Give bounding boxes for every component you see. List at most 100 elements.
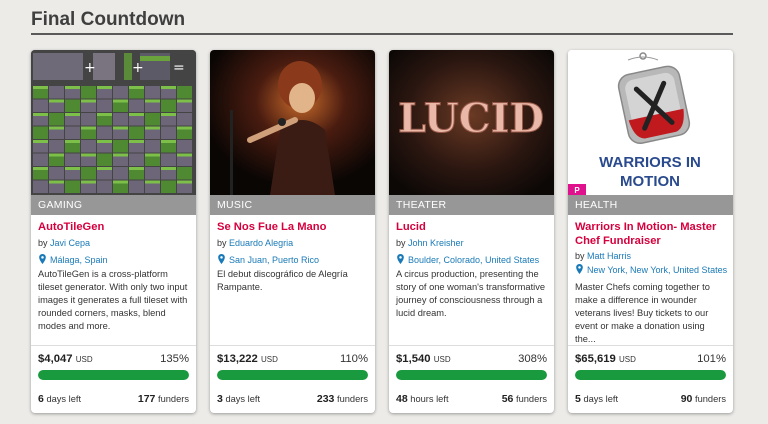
funders-label: funders <box>515 394 547 404</box>
svg-text:+: + <box>132 60 144 76</box>
card-divider <box>31 345 196 346</box>
currency-label: USD <box>75 355 93 364</box>
by-label: by <box>575 251 585 261</box>
time-left: 48 hours left <box>396 393 449 405</box>
lucid-logo-text: LUCID <box>398 95 544 142</box>
amount-value: $13,222 <box>217 353 258 365</box>
funding-progress-fill <box>575 370 726 380</box>
category-label[interactable]: MUSIC <box>210 195 375 215</box>
time-left-label: days left <box>225 394 261 404</box>
location-text: Boulder, Colorado, United States <box>408 255 540 265</box>
percent-funded: 308% <box>518 353 547 365</box>
project-blurb: A circus production, presenting the stor… <box>396 269 546 318</box>
title-divider <box>31 33 733 35</box>
location-text: San Juan, Puerto Rico <box>229 255 320 265</box>
location-pin-icon <box>39 254 46 264</box>
by-label: by <box>38 238 48 248</box>
funding-progress-bar <box>217 370 368 380</box>
location-pin-icon <box>218 254 225 264</box>
category-label[interactable]: HEALTH <box>568 195 733 215</box>
page-title: Final Countdown <box>31 9 186 30</box>
amount-value: $65,619 <box>575 353 616 365</box>
location-pin-icon <box>576 264 583 274</box>
creator-link[interactable]: Eduardo Alegria <box>229 238 293 248</box>
funders-label: funders <box>336 394 368 404</box>
funders-count: 233 funders <box>317 393 368 405</box>
percent-funded: 101% <box>697 353 726 365</box>
location-text: Málaga, Spain <box>50 255 108 265</box>
time-left-value: 48 <box>396 393 408 405</box>
location-link[interactable]: Boulder, Colorado, United States <box>396 254 539 265</box>
time-left-label: days left <box>583 394 619 404</box>
location-text: New York, New York, United States <box>587 265 728 275</box>
funders-label: funders <box>157 394 189 404</box>
project-image-tileset[interactable]: + + = <box>31 50 196 195</box>
project-card-se-nos-fue-la-mano[interactable]: MUSIC Se Nos Fue La Mano by Eduardo Aleg… <box>210 50 375 413</box>
amount-raised: $1,540 USD <box>396 353 451 365</box>
creator-link[interactable]: Javi Cepa <box>50 238 90 248</box>
time-left-value: 6 <box>38 393 44 405</box>
time-left: 5 days left <box>575 393 618 405</box>
funding-progress-fill <box>38 370 189 380</box>
project-card-warriors-in-motion[interactable]: WARRIORS IN MOTION P HEALTH Warriors In … <box>568 50 733 413</box>
project-title-link[interactable]: Warriors In Motion- Master Chef Fundrais… <box>575 220 729 248</box>
category-label[interactable]: THEATER <box>389 195 554 215</box>
creator-line: by Eduardo Alegria <box>217 238 293 248</box>
creator-line: by John Kreisher <box>396 238 464 248</box>
warriors-logo-line2: MOTION <box>620 173 680 190</box>
creator-line: by Matt Harris <box>575 251 631 261</box>
time-left: 6 days left <box>38 393 81 405</box>
amount-value: $4,047 <box>38 353 73 365</box>
by-label: by <box>217 238 227 248</box>
location-link[interactable]: San Juan, Puerto Rico <box>217 254 319 265</box>
creator-link[interactable]: John Kreisher <box>408 238 464 248</box>
funders-count: 56 funders <box>502 393 547 405</box>
time-left-label: days left <box>46 394 82 404</box>
currency-label: USD <box>260 355 278 364</box>
amount-raised: $65,619 USD <box>575 353 636 365</box>
creator-line: by Javi Cepa <box>38 238 90 248</box>
time-left: 3 days left <box>217 393 260 405</box>
project-title-link[interactable]: AutoTileGen <box>38 220 192 234</box>
project-blurb: El debut discográfico de Alegría Rampant… <box>217 269 348 292</box>
funders-value: 177 <box>137 393 156 405</box>
project-card-lucid[interactable]: LUCID THEATER Lucid by John Kreisher Bou… <box>389 50 554 413</box>
project-blurb: AutoTileGen is a cross-platform tileset … <box>38 269 188 331</box>
card-divider <box>210 345 375 346</box>
card-divider <box>389 345 554 346</box>
funding-progress-bar <box>396 370 547 380</box>
location-link[interactable]: New York, New York, United States <box>575 264 727 275</box>
time-left-value: 5 <box>575 393 581 405</box>
warriors-logo-line1: WARRIORS IN <box>599 154 701 171</box>
svg-text:+: + <box>84 60 96 76</box>
project-title-link[interactable]: Lucid <box>396 220 550 234</box>
amount-raised: $4,047 USD <box>38 353 93 365</box>
funding-progress-fill <box>396 370 547 380</box>
amount-raised: $13,222 USD <box>217 353 278 365</box>
project-image-singer[interactable] <box>210 50 375 195</box>
project-title-link[interactable]: Se Nos Fue La Mano <box>217 220 371 234</box>
card-divider <box>568 345 733 346</box>
percent-funded: 135% <box>160 353 189 365</box>
funding-progress-bar <box>575 370 726 380</box>
category-label[interactable]: GAMING <box>31 195 196 215</box>
creator-link[interactable]: Matt Harris <box>587 251 631 261</box>
time-left-label: hours left <box>410 394 449 404</box>
funders-value: 56 <box>501 393 514 405</box>
currency-label: USD <box>433 355 451 364</box>
funding-progress-bar <box>38 370 189 380</box>
currency-label: USD <box>618 355 636 364</box>
project-image-warriors-logo[interactable]: WARRIORS IN MOTION <box>568 50 733 195</box>
svg-text:=: = <box>173 60 185 76</box>
amount-value: $1,540 <box>396 353 431 365</box>
location-link[interactable]: Málaga, Spain <box>38 254 108 265</box>
by-label: by <box>396 238 406 248</box>
funding-progress-fill <box>217 370 368 380</box>
time-left-value: 3 <box>217 393 223 405</box>
project-blurb: Master Chefs coming together to make a d… <box>575 282 710 344</box>
project-card-autotilegen[interactable]: + + = GAMING AutoTileGen by Javi Cepa Má… <box>31 50 196 413</box>
project-image-lucid-logo[interactable]: LUCID <box>389 50 554 195</box>
funders-value: 90 <box>680 393 693 405</box>
funders-label: funders <box>694 394 726 404</box>
funders-count: 90 funders <box>681 393 726 405</box>
